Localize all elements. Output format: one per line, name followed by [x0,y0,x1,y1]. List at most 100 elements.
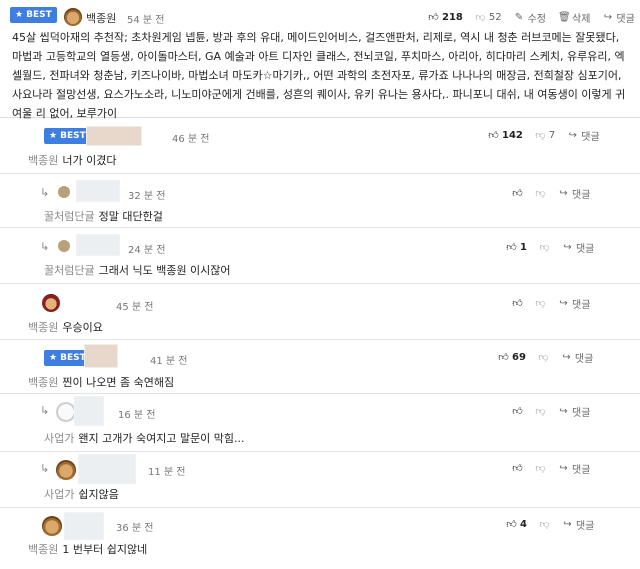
reply-arrow-icon: ↪ [563,242,572,253]
dislike-button[interactable]: 👎︎ 7 [535,130,555,141]
thumbs-down-icon: 👎︎ [538,352,549,363]
delete-button[interactable]: 🗑︎ 삭제 [558,10,590,25]
avatar[interactable] [56,402,76,422]
dislike-button[interactable]: 👎︎ [535,406,546,417]
thumbs-up-icon: 👍︎ [512,406,523,417]
reply-button[interactable]: ↪ 댓글 [562,517,594,532]
dislike-button[interactable]: 👎︎ [535,463,546,474]
comment-item: ↳ 32 분 전 👍︎ 👎︎ ↪ 댓글 꿀처럼단귤 정말 대단한걸 [0,176,640,228]
edit-button[interactable]: ✎ 수정 [514,10,546,25]
avatar[interactable] [42,294,60,312]
like-button[interactable]: 👍︎ [512,298,523,309]
reply-arrow-icon: ↪ [559,406,568,417]
like-button[interactable]: 👍︎ [512,406,523,417]
reply-arrow-icon: ↳ [40,462,50,475]
avatar[interactable] [42,516,62,536]
comment-actions: 👍︎ 👎︎ ↪ 댓글 [512,461,590,476]
reply-button[interactable]: ↪ 댓글 [561,350,593,365]
commenter-nick[interactable]: 꿀처럼단귤 [44,264,95,277]
commenter-nick[interactable]: 꿀처럼단귤 [44,210,95,223]
reply-button[interactable]: ↪ 댓글 [558,404,590,419]
author-name[interactable]: 백종원 [86,10,116,26]
comment-time: 36 분 전 [116,523,154,534]
commenter-nick[interactable]: 백종원 [28,543,58,556]
comment-actions: 👍︎ 69 👎︎ ↪ 댓글 [498,350,593,365]
avatar[interactable] [84,344,118,368]
comment-time: 45 분 전 [116,302,154,313]
reply-arrow-icon: ↪ [562,352,571,363]
commenter-nick[interactable]: 사업가 [44,432,74,445]
comment-body: 사업가 쉽지않음 [44,488,119,501]
comment-time: 46 분 전 [172,134,210,145]
reply-button[interactable]: ↪ 댓글 [562,240,594,255]
best-badge: ★ BEST [44,128,91,144]
like-button[interactable]: 👍︎ 1 [506,242,527,253]
comment-item: ★ BEST 46 분 전 👍︎ 142 👎︎ 7 ↪ 댓글 백종원 너가 이겼다 [0,120,640,174]
star-icon: ★ [15,10,24,20]
thumbs-down-icon: 👎︎ [535,130,546,141]
dislike-button[interactable]: 👎︎ [539,519,550,530]
reply-arrow-icon: ↳ [40,404,50,417]
nickname-placeholder [74,396,104,426]
thumbs-down-icon: 👎︎ [535,406,546,417]
thumbs-down-icon: 👎︎ [475,12,486,23]
avatar[interactable] [58,240,70,252]
comment-item: ★ BEST 41 분 전 👍︎ 69 👎︎ ↪ 댓글 백종원 찐이 나오면 좀 숙연… [0,342,640,394]
main-post: ★ BEST 백종원 54 분 전 👍︎ 218 👎︎ 52 ✎ 수정 🗑︎ 삭… [0,0,640,120]
commenter-nick[interactable]: 백종원 [28,376,58,389]
comment-item: ↳ 11 분 전 👍︎ 👎︎ ↪ 댓글 사업가 쉽지않음 [0,454,640,508]
thumbs-down-icon: 👎︎ [535,188,546,199]
reply-arrow-icon: ↪ [559,188,568,199]
comment-actions: 👍︎ 1 👎︎ ↪ 댓글 [506,240,594,255]
reply-button[interactable]: ↪ 댓글 [558,296,590,311]
thumbs-down-icon: 👎︎ [535,298,546,309]
comment-time: 11 분 전 [148,467,186,478]
nickname-placeholder [76,234,120,256]
dislike-button[interactable]: 👎︎ [535,298,546,309]
like-button[interactable]: 👍︎ 69 [498,352,526,363]
avatar[interactable] [86,126,142,146]
comment-item: ↳ 16 분 전 👍︎ 👎︎ ↪ 댓글 사업가 왠지 고개가 숙여지고 말문이 막힘… [0,396,640,452]
post-content: 45살 씹덕아재의 추천작; 초차원게임 넵튠, 방과 후의 유대, 메이드인어… [12,31,626,120]
dislike-button[interactable]: 👎︎ [535,188,546,199]
commenter-nick[interactable]: 백종원 [28,154,58,167]
thumbs-up-icon: 👍︎ [512,298,523,309]
dislike-button[interactable]: 👎︎ [538,352,549,363]
comment-body: 꿀처럼단귤 정말 대단한걸 [44,210,163,223]
comment-body: 꿀처럼단귤 그래서 닉도 백종원 이시잖어 [44,264,231,277]
like-button[interactable]: 👍︎ 4 [506,519,527,530]
reply-arrow-icon: ↳ [40,240,50,253]
thumbs-up-icon: 👍︎ [506,519,517,530]
comment-time: 32 분 전 [128,191,166,202]
star-icon: ★ [49,131,58,141]
comment-body: 백종원 찐이 나오면 좀 숙연해짐 [28,376,175,389]
reply-button[interactable]: ↪ 댓글 [602,10,635,25]
star-icon: ★ [49,353,58,363]
thumbs-up-icon: 👍︎ [512,188,523,199]
avatar[interactable] [56,460,76,480]
reply-button[interactable]: ↪ 댓글 [558,461,590,476]
dislike-button[interactable]: 👎︎ 52 [475,12,501,23]
post-actions: 👍︎ 218 👎︎ 52 ✎ 수정 🗑︎ 삭제 ↪ 댓글 [428,10,635,25]
thumbs-up-icon: 👍︎ [498,352,509,363]
comment-item: 45 분 전 👍︎ 👎︎ ↪ 댓글 백종원 우승이요 [0,288,640,340]
thumbs-up-icon: 👍︎ [506,242,517,253]
reply-button[interactable]: ↪ 댓글 [567,128,600,143]
commenter-nick[interactable]: 사업가 [44,488,74,501]
like-button[interactable]: 👍︎ 142 [488,130,523,141]
nickname-placeholder [64,512,104,540]
reply-button[interactable]: ↪ 댓글 [558,186,590,201]
comment-time: 41 분 전 [150,356,188,367]
author-avatar[interactable] [64,8,82,26]
like-button[interactable]: 👍︎ [512,188,523,199]
avatar[interactable] [58,186,70,198]
dislike-button[interactable]: 👎︎ [539,242,550,253]
reply-arrow-icon: ↪ [559,463,568,474]
best-badge: ★ BEST [10,7,57,23]
comment-body: 백종원 너가 이겼다 [28,154,117,167]
like-button[interactable]: 👍︎ [512,463,523,474]
reply-arrow-icon: ↳ [40,186,50,199]
like-button[interactable]: 👍︎ 218 [428,12,463,23]
commenter-nick[interactable]: 백종원 [28,321,58,334]
post-time: 54 분 전 [127,15,165,26]
